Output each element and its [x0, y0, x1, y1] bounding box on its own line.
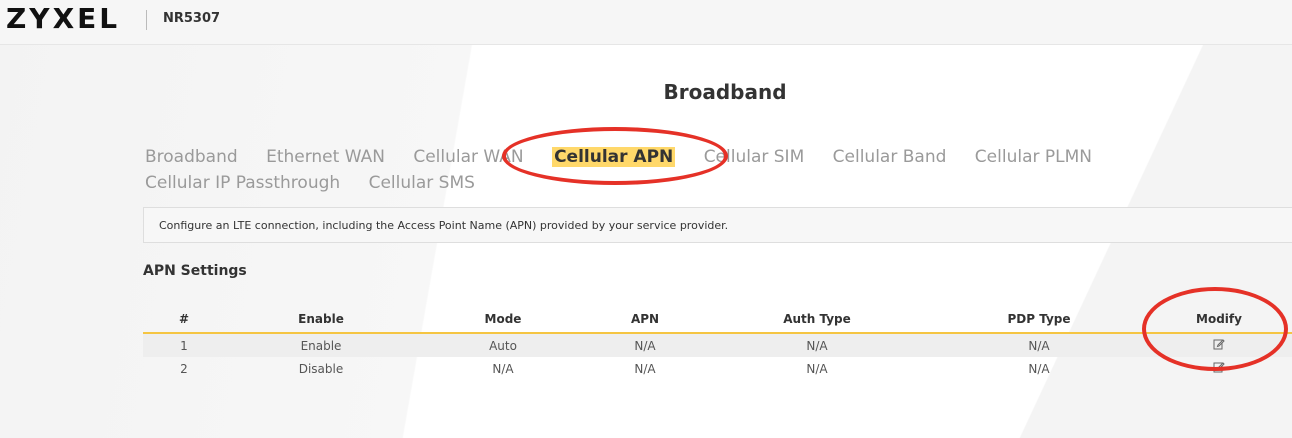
col-auth-type: Auth Type: [701, 306, 933, 334]
top-bar: ZYXEL NR5307: [0, 0, 1292, 45]
tab-cellular-apn[interactable]: Cellular APN: [552, 144, 676, 170]
page-title: Broadband: [663, 80, 787, 104]
col-pdp-type: PDP Type: [933, 306, 1145, 334]
section-title: APN Settings: [143, 263, 247, 279]
cell-apn: N/A: [634, 361, 656, 376]
table-row: 2 Disable N/A N/A N/A N/A: [143, 357, 1292, 380]
apn-table: # Enable Mode APN Auth Type PDP Type Mod…: [143, 306, 1292, 380]
col-enable: Enable: [225, 306, 417, 334]
table-header-row: # Enable Mode APN Auth Type PDP Type Mod…: [143, 306, 1292, 334]
cell-mode: Auto: [417, 333, 589, 357]
cell-mode: N/A: [492, 361, 514, 376]
tab-bar: Broadband Ethernet WAN Cellular WAN Cell…: [145, 144, 1145, 196]
description-box: Configure an LTE connection, including t…: [143, 207, 1292, 243]
cell-modify: [1145, 357, 1292, 380]
cell-number: 1: [143, 333, 225, 357]
tab-cellular-sim[interactable]: Cellular SIM: [704, 144, 805, 170]
cell-pdp-type: N/A: [933, 333, 1145, 357]
header-divider: [146, 10, 147, 30]
zyxel-logo: ZYXEL: [6, 2, 121, 35]
edit-icon[interactable]: [1213, 361, 1225, 373]
model-name: NR5307: [163, 11, 221, 26]
table-row: 1 Enable Auto N/A N/A N/A: [143, 333, 1292, 357]
cell-pdp-type: N/A: [1028, 361, 1050, 376]
cell-enable: Disable: [298, 361, 344, 376]
col-apn: APN: [589, 306, 701, 334]
cell-modify: [1145, 333, 1292, 357]
col-number: #: [143, 306, 225, 334]
col-mode: Mode: [417, 306, 589, 334]
cell-enable: Enable: [225, 333, 417, 357]
tab-cellular-plmn[interactable]: Cellular PLMN: [975, 144, 1092, 170]
tab-cellular-wan[interactable]: Cellular WAN: [413, 144, 523, 170]
col-modify: Modify: [1145, 306, 1292, 334]
cell-auth-type: N/A: [701, 333, 933, 357]
tab-broadband[interactable]: Broadband: [145, 144, 238, 170]
cell-number: 2: [180, 361, 188, 376]
cell-auth-type: N/A: [806, 361, 828, 376]
tab-cellular-sms[interactable]: Cellular SMS: [369, 170, 475, 196]
cell-apn: N/A: [589, 333, 701, 357]
tab-ethernet-wan[interactable]: Ethernet WAN: [266, 144, 385, 170]
description-text: Configure an LTE connection, including t…: [159, 219, 729, 232]
tab-cellular-ip-passthrough[interactable]: Cellular IP Passthrough: [145, 170, 340, 196]
edit-icon[interactable]: [1213, 338, 1225, 350]
tab-cellular-band[interactable]: Cellular Band: [833, 144, 947, 170]
